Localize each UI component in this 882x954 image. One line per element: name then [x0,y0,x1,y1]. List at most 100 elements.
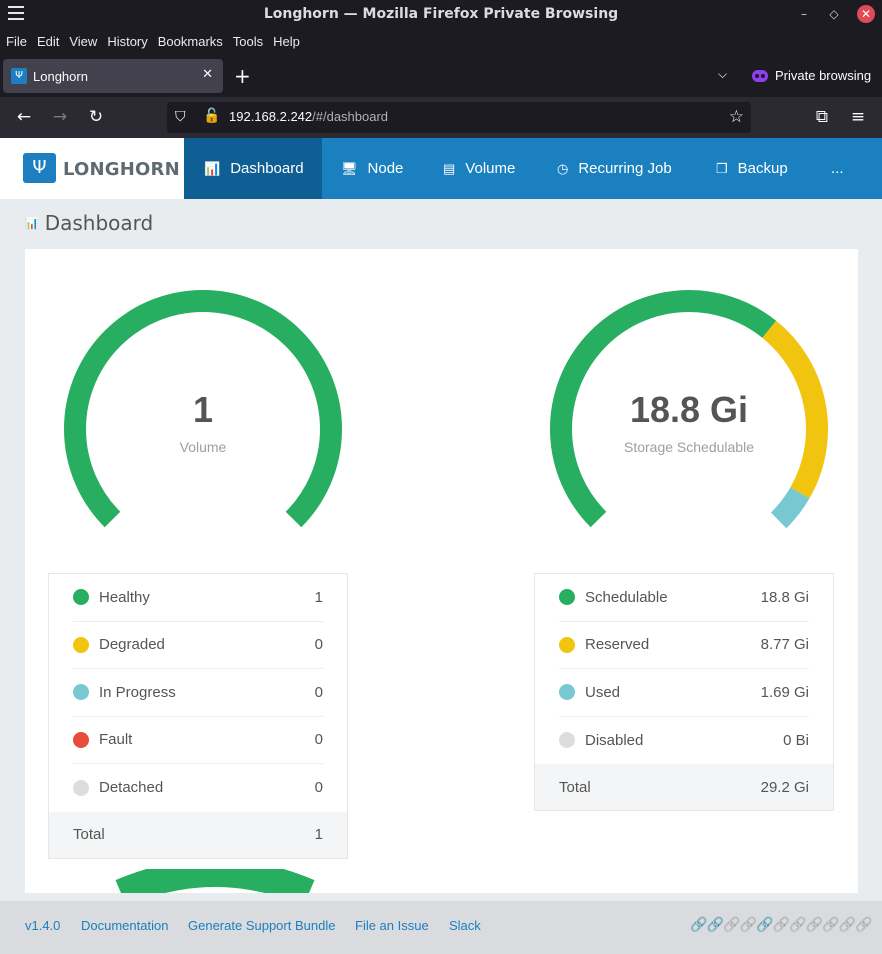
menu-file[interactable]: File [6,34,27,49]
reload-icon[interactable]: ↻ [85,107,107,127]
forward-icon[interactable]: → [49,107,71,127]
slack-link[interactable]: Slack [449,918,481,933]
url-text[interactable]: 192.168.2.242/#/dashboard [229,109,388,124]
storage-gauge-label: Storage Schedulable [624,439,754,455]
total-label: Total [559,778,591,796]
minimize-button[interactable]: – [795,5,813,23]
legend-row-healthy[interactable]: Healthy 1 [73,574,323,622]
nav-volume[interactable]: ▤ Volume [443,138,515,199]
bookmark-star-icon[interactable]: ☆ [729,107,744,127]
legend-label: Disabled [585,731,644,749]
legend-row-disabled[interactable]: Disabled 0 Bi [559,717,809,765]
volume-gauge-value: 1 [192,389,214,430]
legend-value: 0 [314,779,323,797]
insecure-lock-icon[interactable]: 🔓 [203,108,220,124]
tab-longhorn[interactable]: Ψ Longhorn ✕ [3,59,223,93]
shield-icon[interactable]: ⛉ [175,109,186,125]
link-status-icon: 🔗 [805,917,823,933]
nav-node[interactable]: 🖥 Node [341,138,403,199]
clock-icon: ◷ [557,160,569,176]
menu-history[interactable]: History [107,34,147,49]
disabled-dot-icon [559,732,575,749]
close-window-button[interactable]: ✕ [857,5,875,23]
tab-close-icon[interactable]: ✕ [202,67,213,82]
volume-total-row: Total 1 [49,811,347,858]
link-status-icon: 🔗 [723,917,741,933]
version-link[interactable]: v1.4.0 [25,918,60,933]
nav-dashboard[interactable]: 📊 Dashboard [184,138,322,199]
link-status-icon: 🔗 [739,917,757,933]
legend-row-reserved[interactable]: Reserved 8.77 Gi [559,622,809,669]
total-label: Total [73,826,105,843]
menu-help[interactable]: Help [273,34,300,49]
used-dot-icon [559,684,575,701]
legend-row-detached[interactable]: Detached 0 [73,764,323,812]
nav-backup[interactable]: ❐ Backup [716,138,788,199]
copy-icon: ❐ [716,160,728,176]
menu-view[interactable]: View [69,34,97,49]
storage-gauge-value: 18.8 Gi [629,389,749,430]
node-gauge-partial [115,869,315,893]
fault-dot-icon [73,731,89,748]
nav-recurring-job-label: Recurring Job [578,160,672,177]
menu-bar: File Edit View History Bookmarks Tools H… [0,28,882,55]
link-status-icon: 🔗 [756,917,774,933]
legend-label: Schedulable [585,588,668,606]
legend-row-degraded[interactable]: Degraded 0 [73,622,323,669]
tab-label: Longhorn [33,68,88,84]
menu-bookmarks[interactable]: Bookmarks [158,34,223,49]
nav-backup-label: Backup [737,160,788,177]
legend-label: Reserved [585,636,650,654]
extensions-icon[interactable]: ⧉ [811,107,833,127]
new-tab-button[interactable]: + [234,64,251,88]
link-status-icon: 🔗 [690,917,708,933]
legend-value: 8.77 Gi [760,636,809,654]
legend-label: Used [585,683,621,701]
legend-row-fault[interactable]: Fault 0 [73,717,323,764]
open-menu-icon[interactable]: ≡ [847,107,869,127]
storage-legend: Schedulable 18.8 Gi Reserved 8.77 Gi Use… [534,573,834,811]
legend-value: 18.8 Gi [760,588,809,606]
nav-dashboard-label: Dashboard [230,160,304,177]
url-bar[interactable]: ⛉ 🔓 192.168.2.242/#/dashboard ☆ [167,102,751,133]
menu-tools[interactable]: Tools [233,34,263,49]
window-title: Longhorn — Mozilla Firefox Private Brows… [263,6,619,22]
volume-legend: Healthy 1 Degraded 0 In Progress 0 Fault… [48,573,348,859]
link-status-icon: 🔗 [789,917,807,933]
nav-recurring-job[interactable]: ◷ Recurring Job [557,138,672,199]
storage-arc-used[interactable] [770,487,810,529]
nav-more[interactable]: ... [831,138,844,199]
maximize-button[interactable]: ◇ [825,5,843,23]
menu-edit[interactable]: Edit [37,34,59,49]
total-value: 1 [314,826,323,843]
monitor-icon: 🖥 [341,160,358,176]
volume-gauge-label: Volume [179,439,227,455]
link-status-icon: 🔗 [855,917,873,933]
list-tabs-icon[interactable]: ⌵ [718,67,727,82]
link-status-icon: 🔗 [772,917,790,933]
support-bundle-link[interactable]: Generate Support Bundle [188,918,335,933]
navigation-toolbar: ← → ↻ ⛉ 🔓 192.168.2.242/#/dashboard ☆ ⧉ … [0,97,882,138]
dashboard-card: 1 Volume 18.8 Gi Storage Schedulable Hea… [25,249,858,893]
legend-label: Healthy [99,588,150,606]
private-browsing-indicator: Private browsing [752,68,871,83]
logo[interactable]: Ψ LONGHORN [0,138,184,199]
legend-label: In Progress [99,683,176,701]
storage-total-row: Total 29.2 Gi [535,764,833,810]
documentation-link[interactable]: Documentation [81,918,168,933]
back-icon[interactable]: ← [13,107,35,127]
app-header: Ψ LONGHORN 📊 Dashboard 🖥 Node ▤ Volume ◷… [0,138,882,199]
window-titlebar: Longhorn — Mozilla Firefox Private Brows… [0,0,882,28]
legend-value: 0 [314,636,323,654]
link-status-icon: 🔗 [706,917,724,933]
legend-value: 1.69 Gi [760,683,809,701]
legend-row-schedulable[interactable]: Schedulable 18.8 Gi [559,574,809,622]
file-issue-link[interactable]: File an Issue [355,918,429,933]
legend-row-in-progress[interactable]: In Progress 0 [73,669,323,717]
legend-value: 1 [314,588,323,606]
bar-chart-icon: 📊 [204,160,221,176]
in-progress-dot-icon [73,684,89,701]
logo-text: LONGHORN [63,159,180,180]
degraded-dot-icon [73,636,89,653]
legend-row-used[interactable]: Used 1.69 Gi [559,669,809,717]
